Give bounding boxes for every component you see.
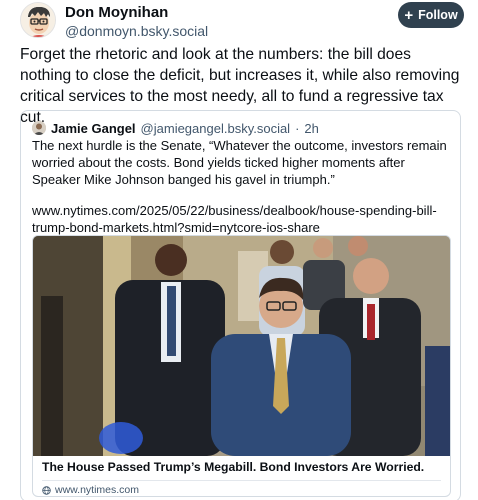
link-card-divider xyxy=(42,480,441,481)
author-avatar[interactable] xyxy=(20,2,56,38)
link-card-title[interactable]: The House Passed Trump’s Megabill. Bond … xyxy=(42,460,424,474)
quote-separator: · xyxy=(295,120,300,136)
quote-timestamp[interactable]: 2h xyxy=(304,121,318,136)
quote-author-name[interactable]: Jamie Gangel xyxy=(51,121,136,136)
quote-author-handle[interactable]: @jamiegangel.bsky.social xyxy=(141,121,291,136)
globe-icon xyxy=(42,485,51,495)
post-header: Don Moynihan @donmoyn.bsky.social + Foll… xyxy=(18,2,464,42)
author-handle[interactable]: @donmoyn.bsky.social xyxy=(65,23,208,39)
plus-icon: + xyxy=(404,6,414,24)
person-avatar-icon xyxy=(32,121,46,135)
quote-body: The next hurdle is the Senate, “Whatever… xyxy=(32,137,452,236)
news-photo-image xyxy=(33,236,450,456)
follow-button[interactable]: + Follow xyxy=(398,2,464,28)
link-card-domain-row[interactable]: www.nytimes.com xyxy=(42,484,139,496)
author-name[interactable]: Don Moynihan xyxy=(65,4,168,21)
link-preview-card[interactable]: The House Passed Trump’s Megabill. Bond … xyxy=(32,235,451,497)
quote-text: The next hurdle is the Senate, “Whatever… xyxy=(32,138,447,187)
quoted-post[interactable]: Jamie Gangel @jamiegangel.bsky.social · … xyxy=(20,110,461,500)
link-card-domain: www.nytimes.com xyxy=(55,484,140,496)
follow-button-label: Follow xyxy=(418,8,458,22)
quote-header: Jamie Gangel @jamiegangel.bsky.social · … xyxy=(32,120,319,136)
cartoon-face-icon xyxy=(21,3,55,37)
quote-author-avatar[interactable] xyxy=(32,121,46,135)
quote-url[interactable]: www.nytimes.com/2025/05/22/business/deal… xyxy=(32,202,452,236)
